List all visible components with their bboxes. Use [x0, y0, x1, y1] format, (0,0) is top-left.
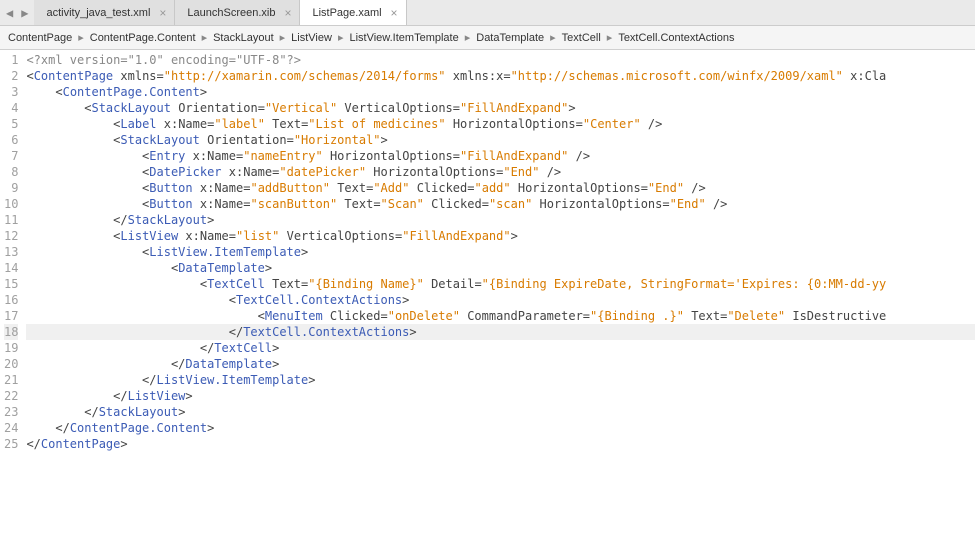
code-area[interactable]: <?xml version="1.0" encoding="UTF-8"?><C…	[26, 50, 975, 533]
breadcrumb-item[interactable]: DataTemplate	[472, 32, 548, 44]
chevron-right-icon: ▸	[548, 31, 558, 44]
breadcrumb-item[interactable]: TextCell.ContextActions	[614, 32, 738, 44]
tab-launchscreen[interactable]: LaunchScreen.xib ×	[175, 0, 300, 25]
tab-label: ListPage.xaml	[312, 7, 381, 19]
nav-forward-icon[interactable]: ▶	[21, 6, 28, 20]
chevron-right-icon: ▸	[605, 31, 615, 44]
tab-activity-java-test[interactable]: activity_java_test.xml ×	[34, 0, 175, 25]
breadcrumb-item[interactable]: ContentPage.Content	[86, 32, 200, 44]
nav-arrows: ◀ ▶	[0, 6, 34, 20]
tab-listpage[interactable]: ListPage.xaml ×	[300, 0, 406, 25]
breadcrumb-item[interactable]: ContentPage	[4, 32, 76, 44]
code-editor[interactable]: 1234567891011121314151617181920212223242…	[0, 50, 975, 533]
breadcrumb-item[interactable]: TextCell	[558, 32, 605, 44]
breadcrumb-item[interactable]: ListView	[287, 32, 336, 44]
chevron-right-icon: ▸	[463, 31, 473, 44]
tab-label: LaunchScreen.xib	[187, 7, 275, 19]
chevron-right-icon: ▸	[76, 31, 86, 44]
breadcrumb-item[interactable]: ListView.ItemTemplate	[345, 32, 462, 44]
close-icon[interactable]: ×	[391, 6, 398, 20]
nav-back-icon[interactable]: ◀	[6, 6, 13, 20]
chevron-right-icon: ▸	[278, 31, 288, 44]
close-icon[interactable]: ×	[284, 6, 291, 20]
line-gutter: 1234567891011121314151617181920212223242…	[0, 50, 26, 533]
breadcrumb-item[interactable]: StackLayout	[209, 32, 278, 44]
tab-bar: ◀ ▶ activity_java_test.xml × LaunchScree…	[0, 0, 975, 26]
close-icon[interactable]: ×	[159, 6, 166, 20]
breadcrumb: ContentPage▸ ContentPage.Content▸ StackL…	[0, 26, 975, 50]
tab-label: activity_java_test.xml	[46, 7, 150, 19]
chevron-right-icon: ▸	[336, 31, 346, 44]
chevron-right-icon: ▸	[200, 31, 210, 44]
tabs: activity_java_test.xml × LaunchScreen.xi…	[34, 0, 406, 25]
